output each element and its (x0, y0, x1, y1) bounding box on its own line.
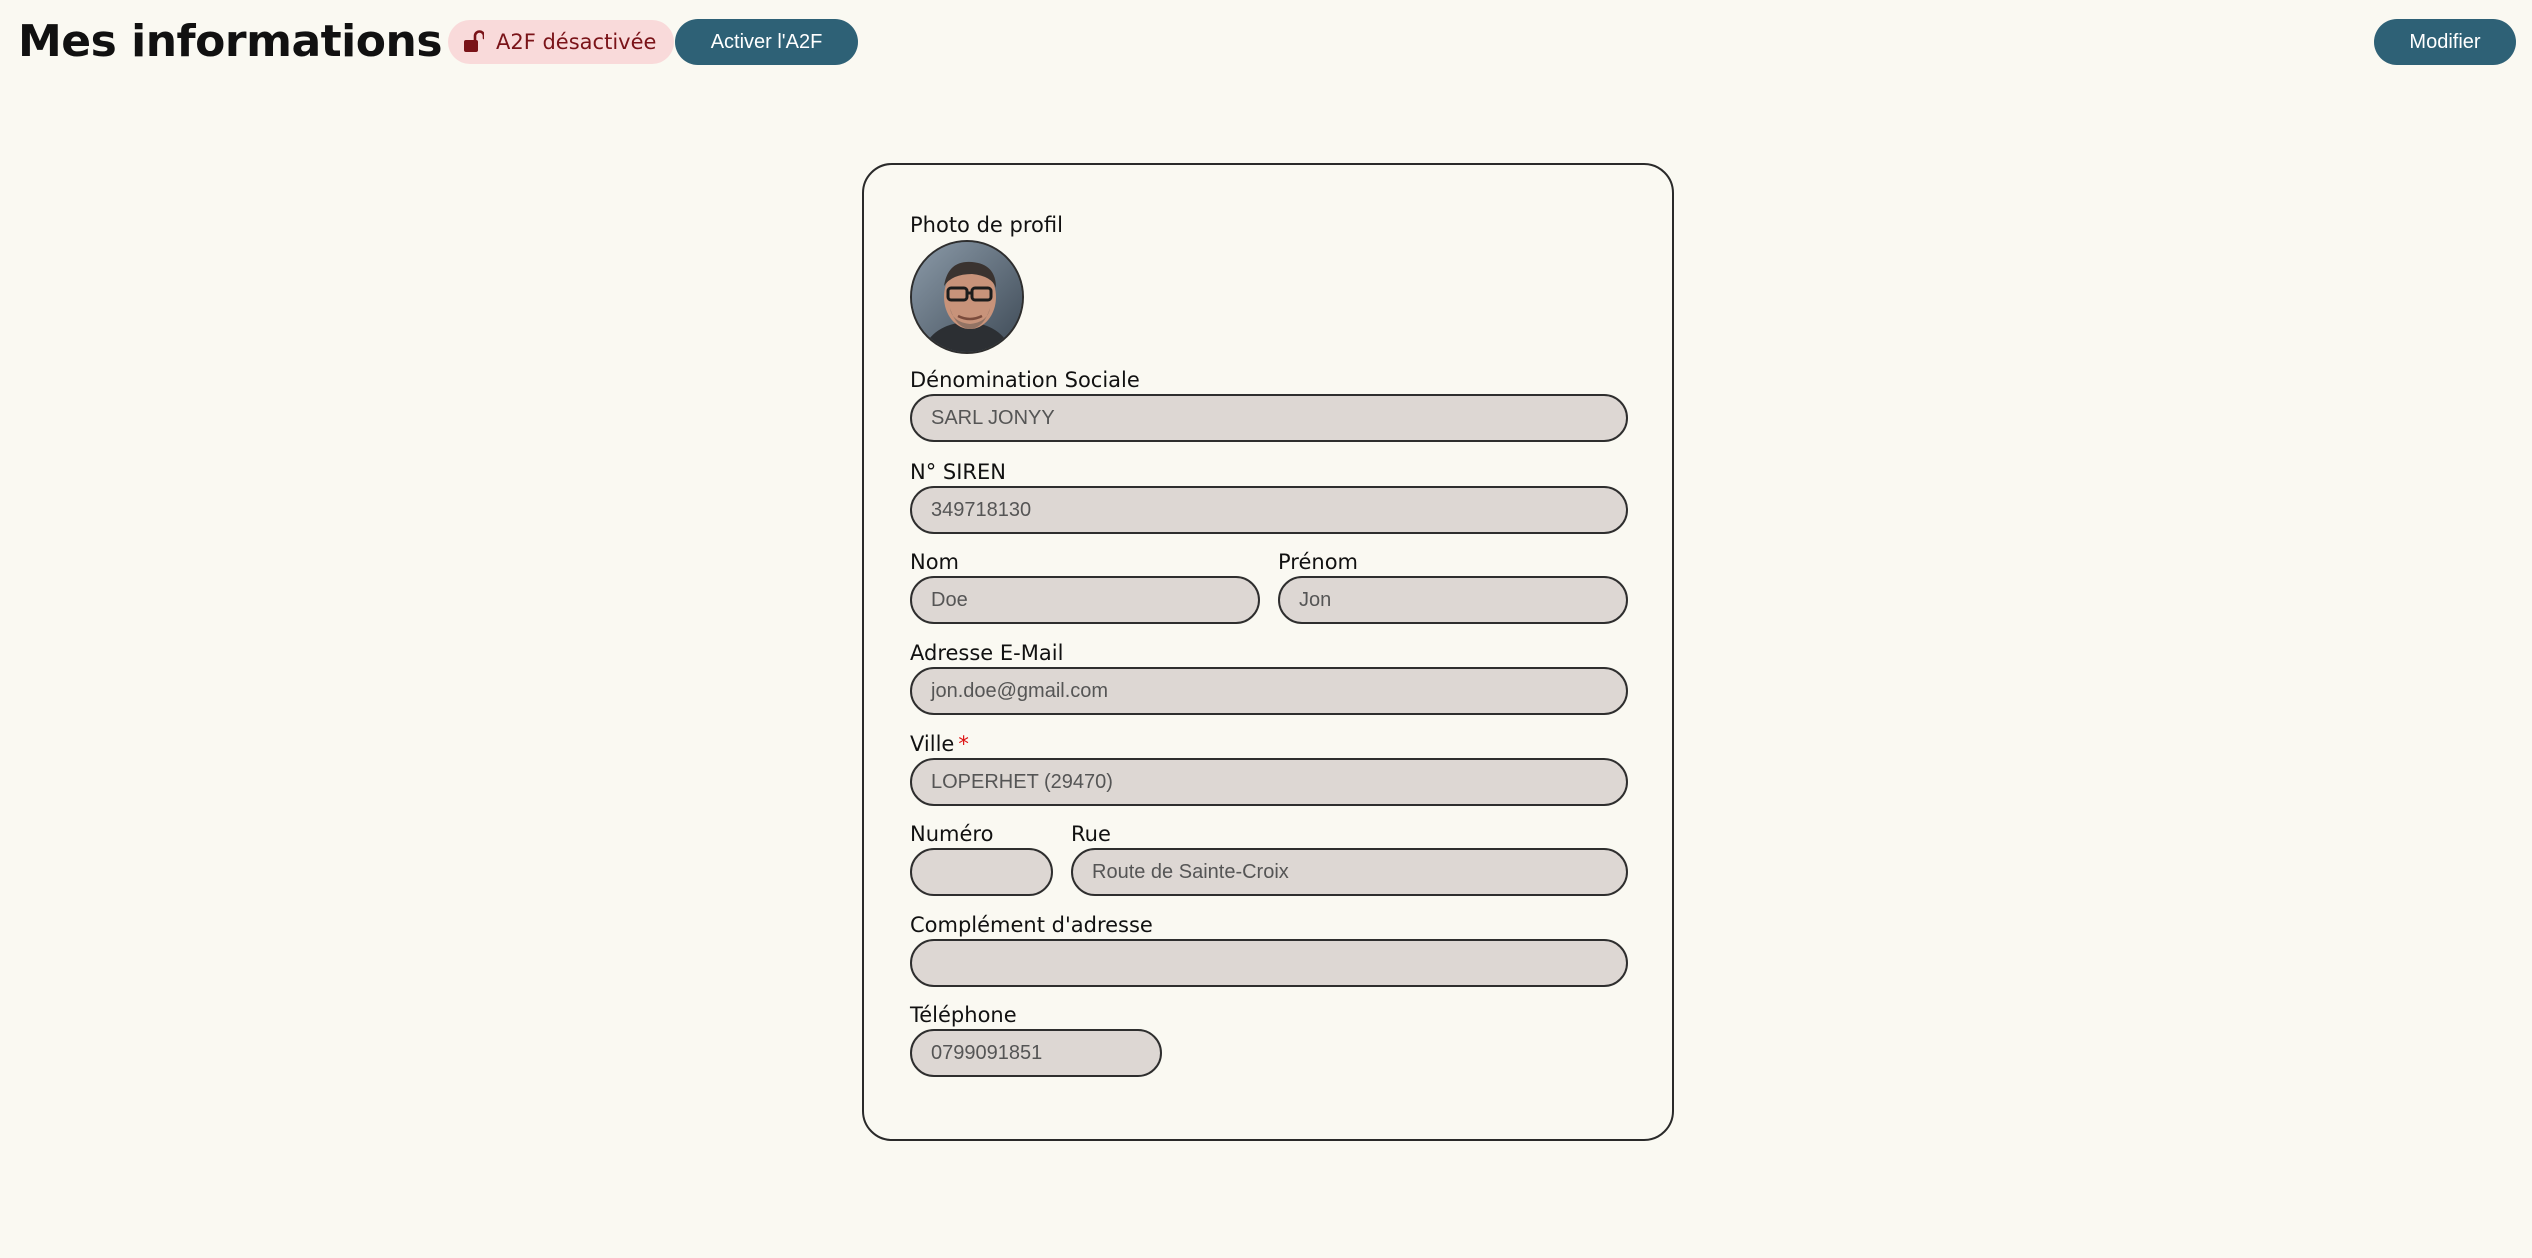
numero-field[interactable] (910, 848, 1053, 896)
page-title: Mes informations (18, 16, 443, 67)
telephone-field[interactable]: 0799091851 (910, 1029, 1162, 1077)
avatar[interactable] (910, 240, 1024, 354)
ville-field[interactable]: LOPERHET (29470) (910, 758, 1628, 806)
rue-field[interactable]: Route de Sainte-Croix (1071, 848, 1628, 896)
email-field[interactable]: jon.doe@gmail.com (910, 667, 1628, 715)
nom-field[interactable]: Doe (910, 576, 1260, 624)
siren-label: N° SIREN (910, 460, 1006, 484)
prenom-label: Prénom (1278, 550, 1359, 574)
profile-photo (912, 242, 1022, 352)
denomination-field[interactable]: SARL JONYY (910, 394, 1628, 442)
ville-label: Ville * (910, 731, 969, 757)
telephone-label: Téléphone (910, 1003, 1017, 1027)
a2f-status-badge: A2F désactivée (448, 20, 675, 64)
unlocked-padlock-icon (464, 30, 484, 54)
complement-field[interactable] (910, 939, 1628, 987)
required-marker: * (958, 732, 969, 756)
page-header: Mes informations A2F désactivée Activer … (0, 0, 2532, 84)
ville-label-text: Ville (910, 732, 955, 756)
activate-a2f-button[interactable]: Activer l'A2F (675, 19, 858, 65)
complement-label: Complément d'adresse (910, 913, 1153, 937)
email-label: Adresse E-Mail (910, 641, 1064, 665)
denomination-label: Dénomination Sociale (910, 368, 1140, 392)
prenom-field[interactable]: Jon (1278, 576, 1628, 624)
nom-label: Nom (910, 550, 960, 574)
photo-label: Photo de profil (910, 213, 1063, 237)
a2f-status-text: A2F désactivée (496, 30, 657, 54)
profile-form-card: Photo de profil Dénomination Sociale SAR… (862, 163, 1674, 1141)
siren-field[interactable]: 349718130 (910, 486, 1628, 534)
rue-label: Rue (1071, 822, 1111, 846)
numero-label: Numéro (910, 822, 994, 846)
modify-button[interactable]: Modifier (2374, 19, 2516, 65)
